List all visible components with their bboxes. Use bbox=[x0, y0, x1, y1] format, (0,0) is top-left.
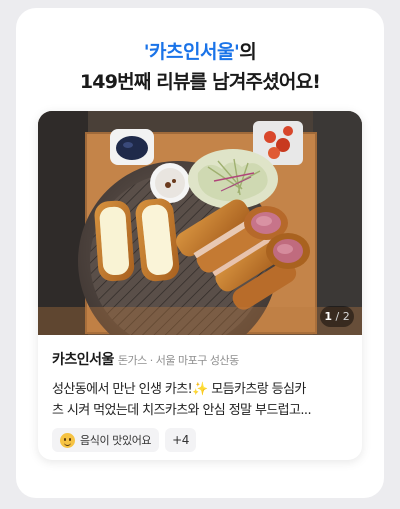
tag-label: 음식이 맛있어요 bbox=[80, 434, 152, 447]
pager-total: 2 bbox=[342, 310, 350, 323]
review-text-line2: 츠 시켜 먹었는데 치즈카츠와 안심 정말 부드럽고... bbox=[52, 403, 312, 418]
headline-suffix: 의 bbox=[239, 41, 257, 63]
headline-line2: 149번째 리뷰를 남겨주셨어요! bbox=[79, 71, 321, 93]
more-tags-chip[interactable]: +4 bbox=[165, 428, 197, 452]
store-category-location: 돈가스 · 서울 마포구 성산동 bbox=[117, 354, 239, 367]
store-name[interactable]: 카츠인서울 bbox=[52, 352, 114, 368]
review-share-card: '카츠인서울'의 149번째 리뷰를 남겨주셨어요! 1 / 2 카츠인서울 돈… bbox=[16, 8, 384, 498]
review-tags: 음식이 맛있어요 +4 bbox=[52, 428, 197, 452]
photo-pager: 1 / 2 bbox=[320, 306, 354, 327]
review-text: 성산동에서 만난 인생 카츠!✨ 모듬카츠랑 등심카 츠 시켜 먹었는데 치즈카… bbox=[52, 379, 352, 421]
review-text-line1: 성산동에서 만난 인생 카츠!✨ 모듬카츠랑 등심카 bbox=[52, 382, 306, 397]
smile-emoji-icon bbox=[60, 432, 75, 448]
headline-store-name: '카츠인서울' bbox=[143, 41, 240, 63]
headline: '카츠인서울'의 149번째 리뷰를 남겨주셨어요! bbox=[16, 37, 384, 98]
review-photo[interactable]: 1 / 2 bbox=[38, 111, 362, 335]
pager-separator: / bbox=[335, 310, 340, 323]
pager-current: 1 bbox=[324, 310, 332, 323]
review-store-meta: 카츠인서울 돈가스 · 서울 마포구 성산동 bbox=[52, 349, 239, 369]
review-preview-card[interactable]: 1 / 2 카츠인서울 돈가스 · 서울 마포구 성산동 성산동에서 만난 인생 … bbox=[38, 111, 362, 460]
headline-line1: '카츠인서울'의 bbox=[16, 37, 384, 67]
tag-chip-tasty: 음식이 맛있어요 bbox=[52, 428, 160, 452]
tonkatsu-photo bbox=[38, 111, 362, 335]
